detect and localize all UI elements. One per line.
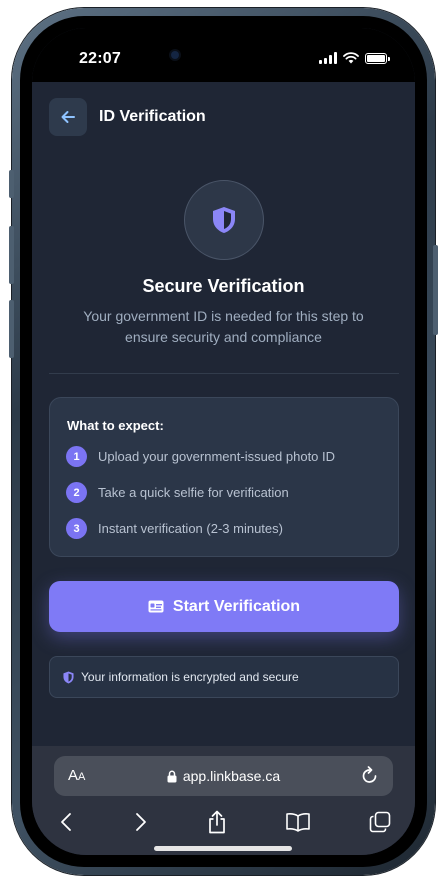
- volume-up-button: [9, 226, 14, 284]
- expect-title: What to expect:: [67, 418, 164, 433]
- divider: [49, 373, 399, 374]
- expect-card: What to expect: 1 Upload your government…: [49, 397, 399, 557]
- step-text: Instant verification (2-3 minutes): [98, 521, 283, 536]
- security-note-text: Your information is encrypted and secure: [81, 670, 299, 684]
- step-number: 3: [66, 518, 87, 539]
- silent-switch: [9, 170, 14, 198]
- start-verification-label: Start Verification: [172, 597, 301, 615]
- step-text: Take a quick selfie for verification: [98, 485, 289, 500]
- list-item: 2 Take a quick selfie for verification: [66, 482, 289, 503]
- phone-bezel: 22:07 ID Verification Secure Verificatio…: [20, 16, 427, 867]
- id-card-icon: [148, 600, 164, 613]
- list-item: 3 Instant verification (2-3 minutes): [66, 518, 283, 539]
- shield-icon: [213, 207, 235, 233]
- nav-forward-button[interactable]: [127, 808, 155, 836]
- status-icons: [319, 52, 390, 64]
- reload-button[interactable]: [361, 766, 379, 791]
- app-header: ID Verification: [32, 82, 415, 152]
- lock-icon: [167, 770, 177, 782]
- phone-screen: 22:07 ID Verification Secure Verificatio…: [32, 28, 415, 855]
- hero-heading: Secure Verification: [142, 276, 305, 296]
- status-time: 22:07: [79, 50, 121, 67]
- step-text: Upload your government-issued photo ID: [98, 449, 336, 464]
- book-icon: [286, 813, 310, 832]
- wifi-icon: [343, 52, 359, 64]
- url-text: app.linkbase.ca: [182, 768, 281, 784]
- reload-icon: [362, 766, 377, 783]
- security-note: Your information is encrypted and secure: [49, 656, 399, 698]
- tabs-icon: [369, 811, 391, 833]
- step-number: 1: [66, 446, 87, 467]
- step-number: 2: [66, 482, 87, 503]
- page-title: ID Verification: [99, 108, 206, 125]
- hero-description: Your government ID is needed for this st…: [83, 308, 364, 345]
- shield-icon: [63, 671, 74, 683]
- shield-badge: [184, 180, 264, 260]
- start-verification-button[interactable]: Start Verification: [49, 581, 399, 632]
- tabs-button[interactable]: [366, 808, 394, 836]
- browser-toolbar: [32, 808, 415, 840]
- arrow-left-icon: [61, 111, 75, 123]
- cellular-signal-icon: [319, 52, 337, 64]
- power-button: [433, 245, 438, 335]
- list-item: 1 Upload your government-issued photo ID: [66, 446, 335, 467]
- address-bar[interactable]: AA app.linkbase.ca: [54, 756, 393, 796]
- chevron-left-icon: [61, 813, 71, 831]
- home-indicator[interactable]: [154, 846, 292, 851]
- status-bar: 22:07: [32, 28, 415, 82]
- url-display: app.linkbase.ca: [54, 768, 393, 784]
- back-button[interactable]: [49, 98, 87, 136]
- bookmarks-button[interactable]: [284, 808, 312, 836]
- front-camera: [171, 51, 179, 59]
- volume-down-button: [9, 300, 14, 358]
- browser-bar: AA app.linkbase.ca: [32, 746, 415, 855]
- share-icon: [209, 810, 225, 834]
- chevron-right-icon: [136, 813, 146, 831]
- battery-icon: [365, 52, 390, 64]
- share-button[interactable]: [203, 808, 231, 836]
- nav-back-button[interactable]: [52, 808, 80, 836]
